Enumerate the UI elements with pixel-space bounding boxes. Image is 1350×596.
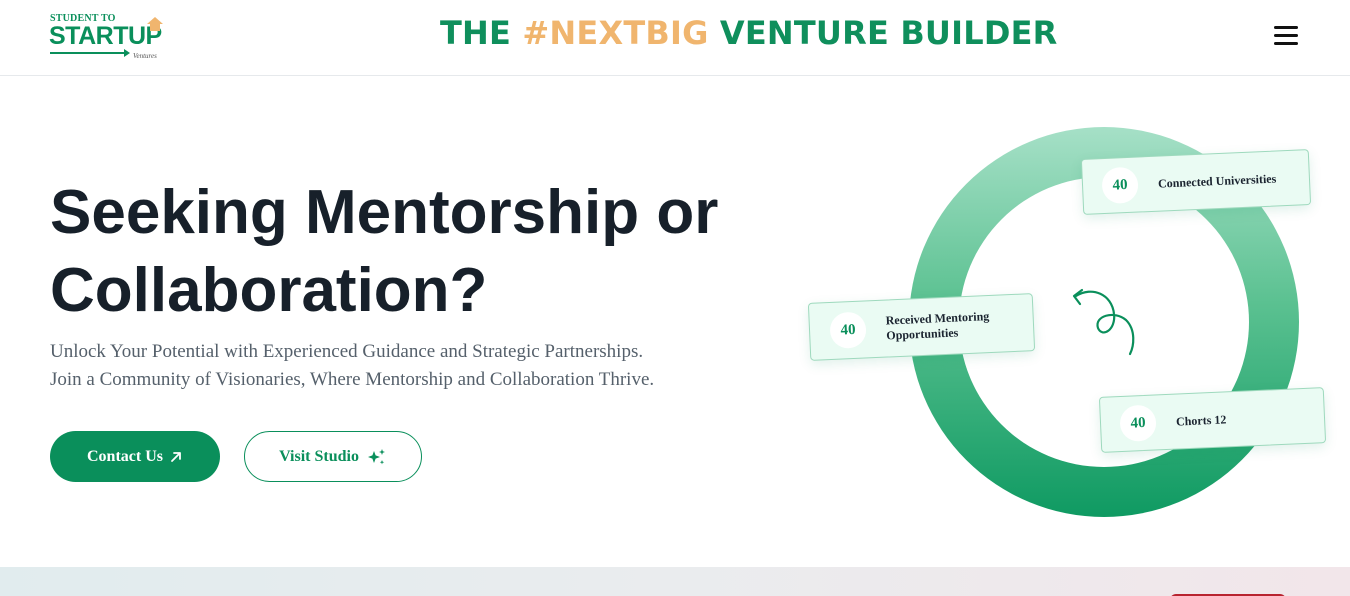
logo-arrow-head [124,49,130,57]
hero-subtitle-line1: Unlock Your Potential with Experienced G… [50,341,644,362]
stat-card-chorts: 40 Chorts 12 [1098,387,1327,453]
site-header: STUDENT TO STARTUP Ventures THE #NEXTBIG… [0,0,1350,76]
stat-value: 40 [1101,166,1139,205]
stat-label: Received Mentoring Opportunities [885,309,990,343]
logo[interactable]: STUDENT TO STARTUP Ventures [49,12,168,64]
stat-card-universities: 40 Connected Universities [1080,149,1312,215]
hero-subtitle-line2: Join a Community of Visionaries, Where M… [50,369,655,390]
swirl-arrow-icon [1072,288,1135,356]
tagline: THE #NEXTBIG VENTURE BUILDER [440,14,1057,52]
contact-us-button[interactable]: Contact Us [50,431,220,482]
hero-title-line1: Seeking Mentorship or [50,178,719,247]
hero-title: Seeking Mentorship or Collaboration? [50,174,750,330]
hero-subtitle: Unlock Your Potential with Experienced G… [50,338,750,394]
arrow-up-right-icon [171,451,181,462]
tagline-part1: THE [440,14,523,52]
logo-line3: Ventures [133,52,157,60]
hamburger-icon[interactable] [1274,26,1298,46]
visit-studio-button[interactable]: Visit Studio [244,431,422,482]
stat-label-line2: Opportunities [886,325,959,343]
stat-label: Chorts 12 [1175,411,1227,429]
stat-label-line1: Received Mentoring [885,309,990,328]
logo-arrow-line [50,52,126,54]
stat-value: 40 [829,311,867,349]
stat-card-mentoring: 40 Received Mentoring Opportunities [807,293,1036,361]
house-icon [147,17,163,31]
contact-us-label: Contact Us [87,447,163,465]
stat-label: Connected Universities [1157,171,1277,191]
stat-value: 40 [1119,404,1157,443]
tagline-part3: VENTURE BUILDER [708,14,1058,52]
tagline-part2: #NEXTBIG [522,14,709,52]
next-section-background [0,567,1350,596]
logo-line2: STARTUP [49,22,162,50]
sparkles-icon [367,448,385,464]
visit-studio-label: Visit Studio [279,447,359,465]
hero-title-line2: Collaboration? [50,256,488,325]
